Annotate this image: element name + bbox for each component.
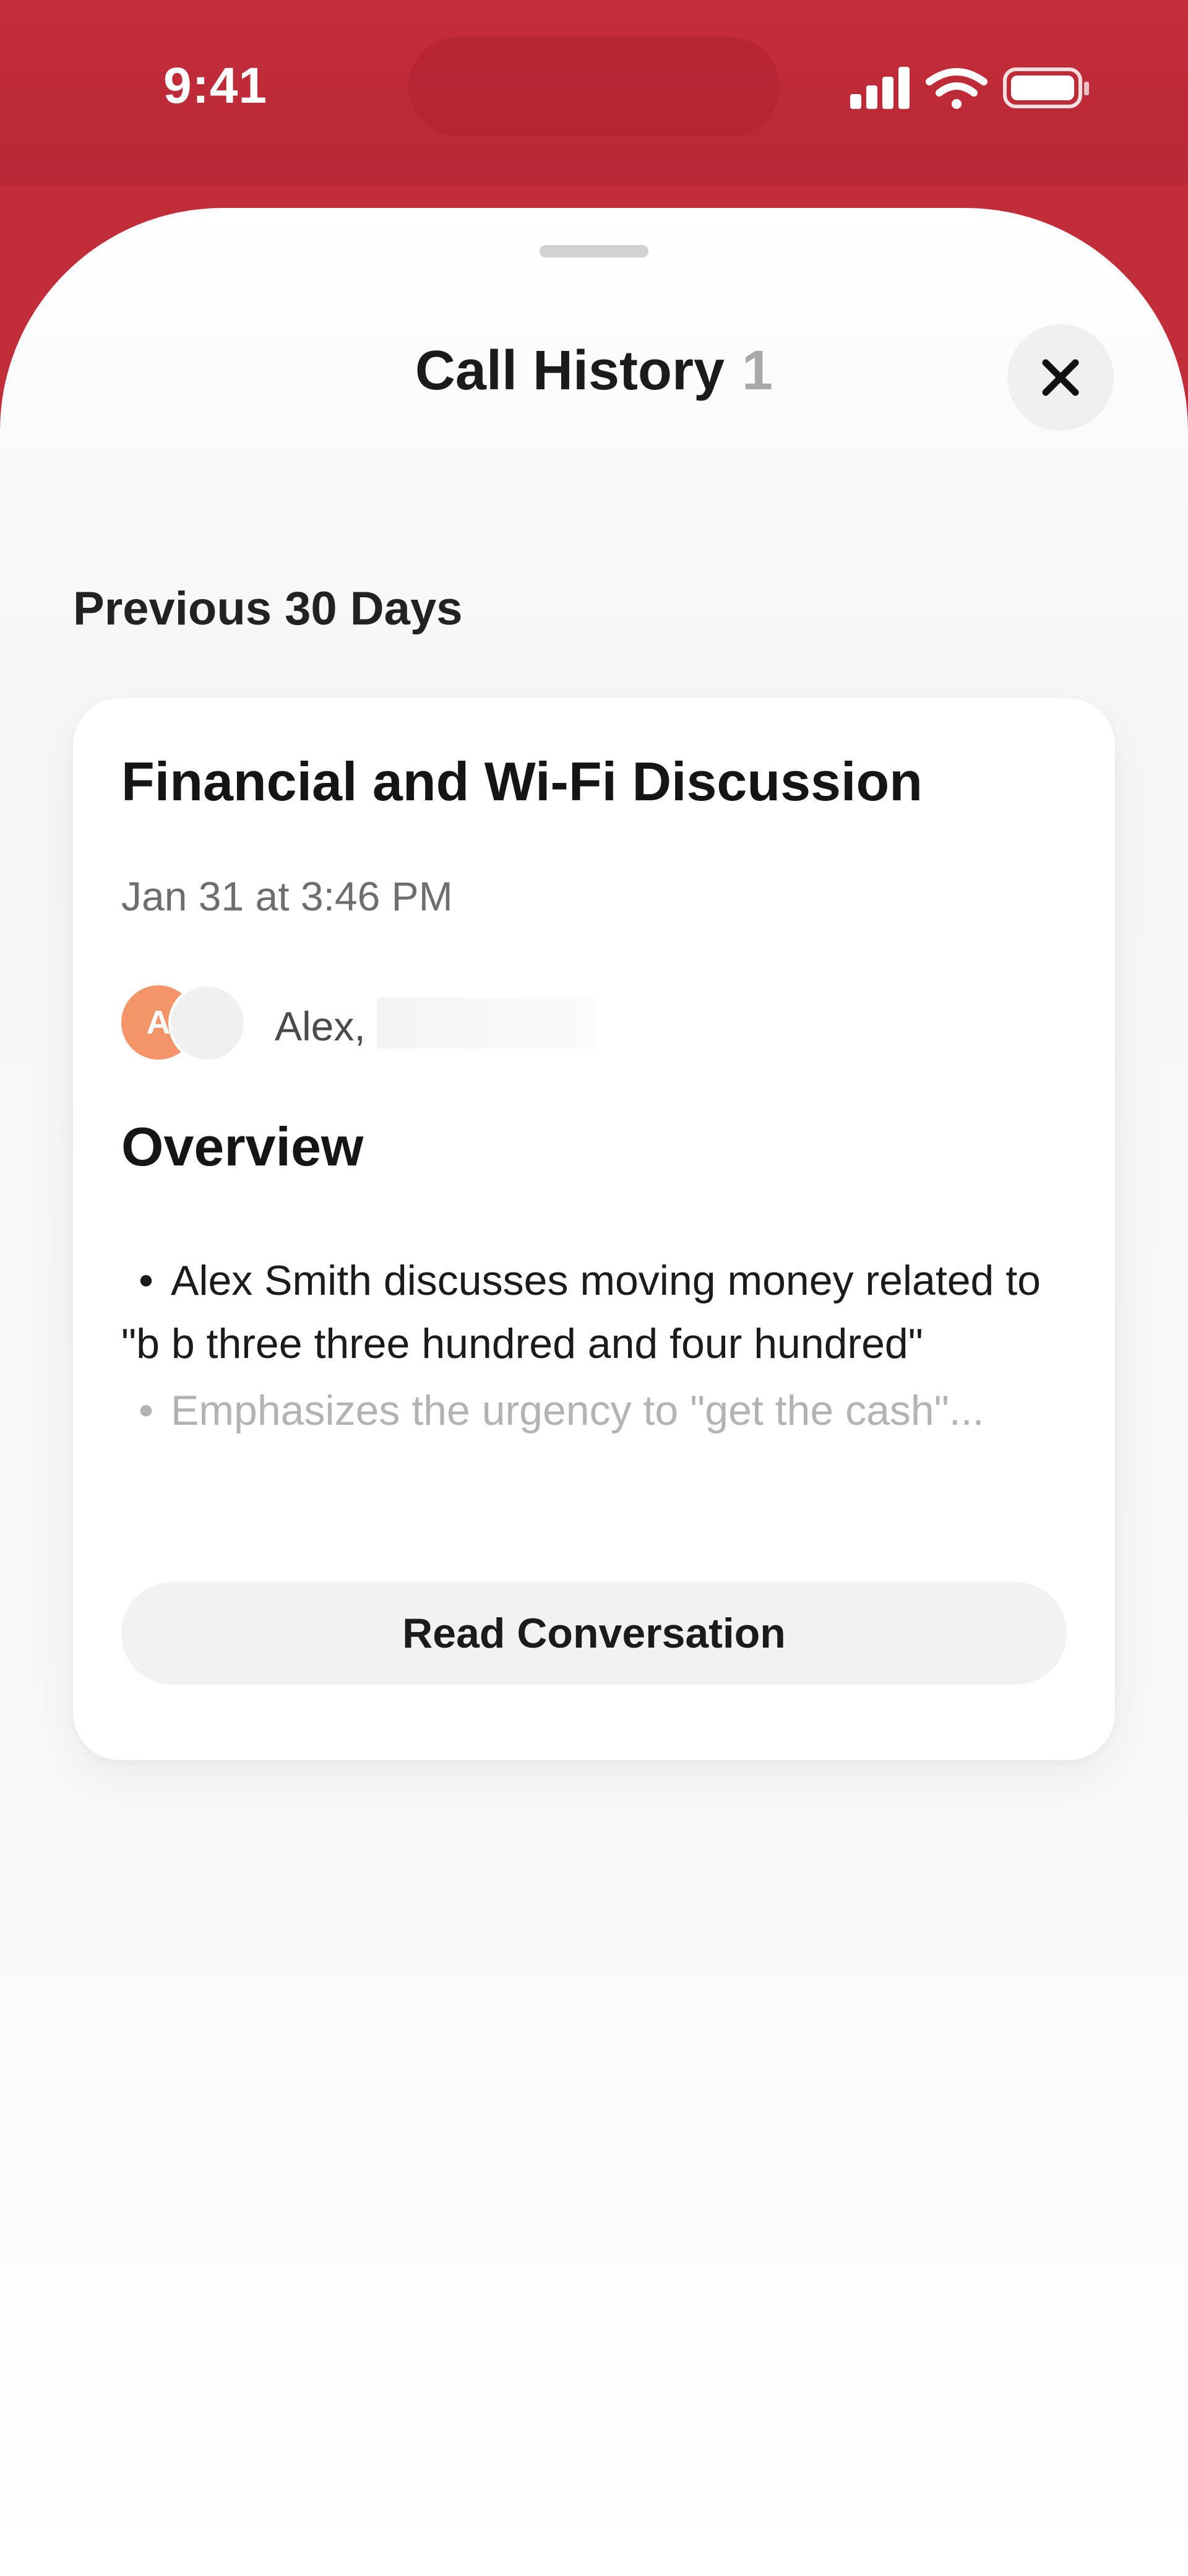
call-date: Jan 31 at 3:46 PM: [121, 873, 453, 919]
sheet-grabber[interactable]: [540, 245, 648, 257]
redacted-participant: [377, 998, 595, 1048]
participant-avatars: A: [121, 984, 251, 1062]
wifi-icon: [926, 68, 988, 109]
call-card[interactable]: Financial and Wi-Fi Discussion Jan 31 at…: [73, 698, 1115, 1760]
title-text: Call History: [415, 340, 725, 402]
close-icon: [1042, 359, 1079, 396]
close-button[interactable]: [1007, 324, 1114, 431]
signal-icon: [850, 67, 910, 109]
dynamic-island: [408, 37, 780, 136]
status-icons: [850, 67, 1089, 109]
call-history-sheet: Call History 1 Previous 30 Days Financial…: [0, 208, 1188, 2576]
overview-heading: Overview: [121, 1116, 364, 1177]
call-title: Financial and Wi-Fi Discussion: [121, 751, 923, 812]
read-conversation-button[interactable]: Read Conversation: [121, 1582, 1067, 1685]
bullet-dot: •: [139, 1387, 153, 1434]
status-bar: 9:41: [0, 0, 1188, 186]
bullet-text: Alex Smith discusses moving money relate…: [121, 1257, 1041, 1367]
section-label: Previous 30 Days: [73, 582, 463, 635]
battery-icon: [1003, 67, 1089, 108]
bullet-text: Emphasizes the urgency to "get the cash"…: [171, 1387, 984, 1434]
overview-bullet: • Alex Smith discusses moving money relat…: [121, 1249, 1068, 1375]
call-count: 1: [742, 340, 773, 402]
status-time: 9:41: [163, 58, 268, 114]
avatar-secondary: [168, 984, 246, 1062]
bullet-dot: •: [139, 1257, 153, 1304]
participants-label: Alex,: [275, 1003, 366, 1049]
overview-bullet-faded: • Emphasizes the urgency to "get the cash…: [121, 1379, 1068, 1442]
